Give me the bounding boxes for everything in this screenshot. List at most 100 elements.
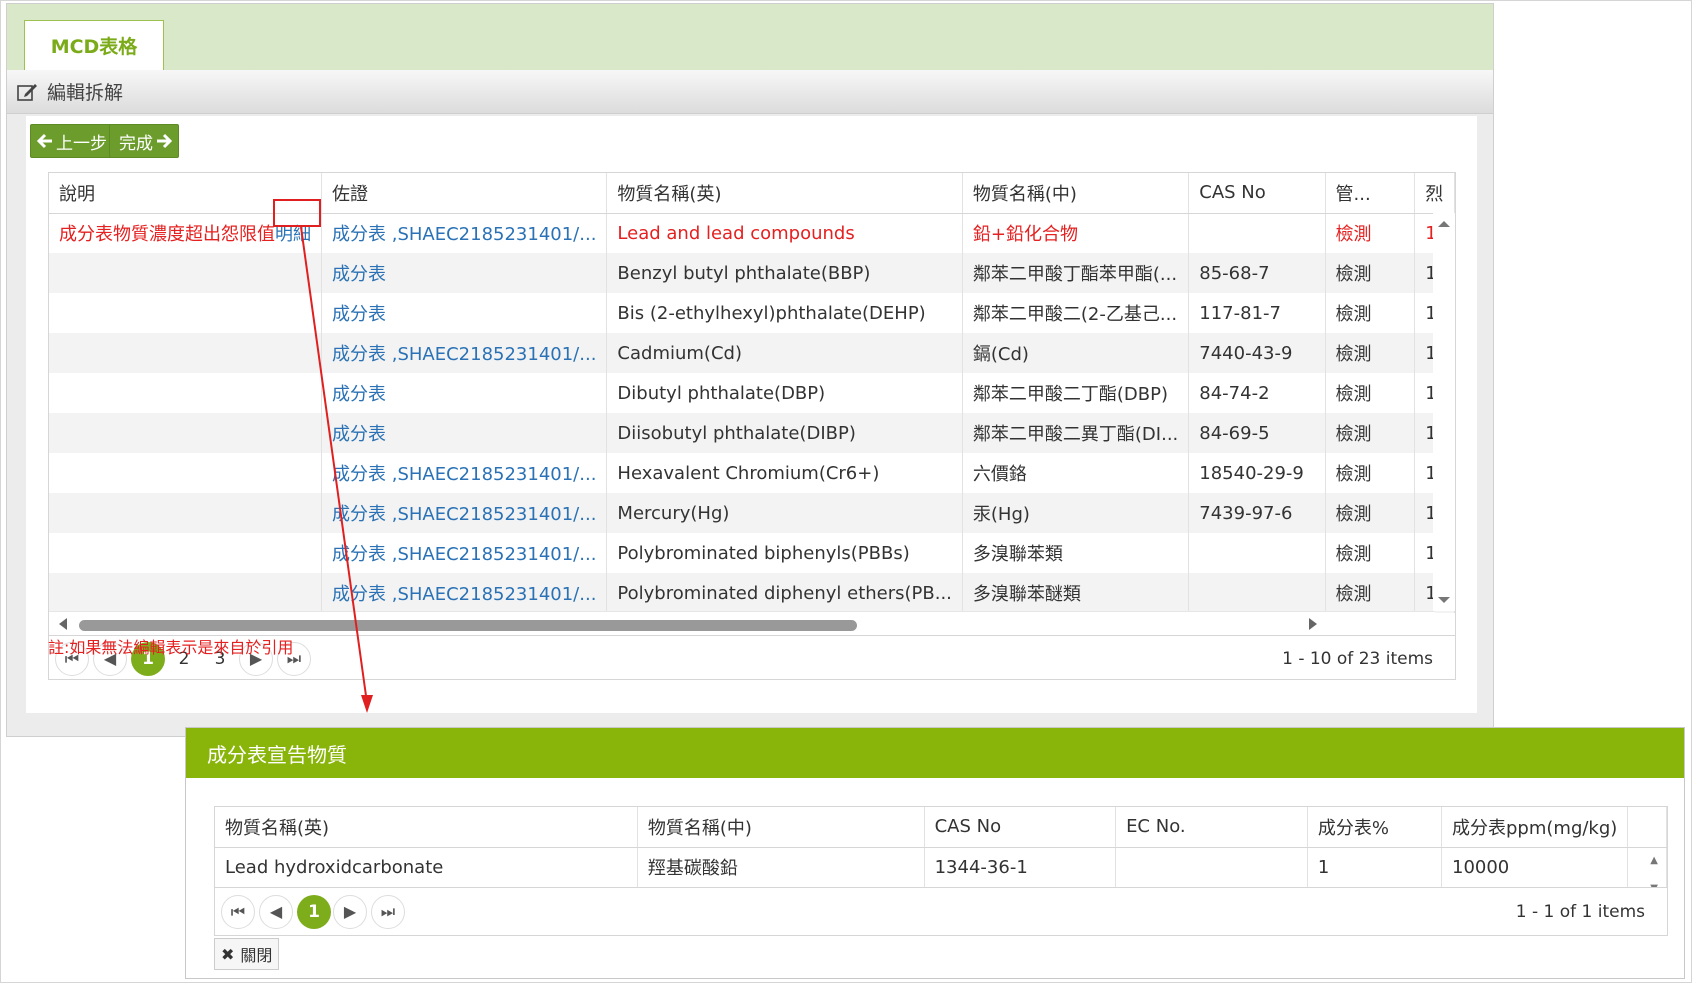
control-type: 檢測: [1325, 493, 1416, 533]
vertical-scrollbar[interactable]: [1433, 213, 1455, 611]
edit-icon: [17, 83, 37, 101]
desc-cell: [49, 333, 322, 373]
substance-name-zh: 多溴聯苯類: [962, 533, 1190, 573]
arrow-right-icon: [157, 133, 172, 149]
evidence-link[interactable]: 成分表 ,SHAEC2185231401/...: [321, 213, 608, 253]
close-label: 關閉: [240, 946, 273, 965]
column-header[interactable]: 物質名稱(中): [962, 173, 1190, 214]
control-type: 檢測: [1325, 533, 1416, 573]
column-header-label: 烈: [1425, 183, 1444, 205]
table-row[interactable]: 成分表 ,SHAEC2185231401/... Cadmium(Cd) 鎘(Cd)…: [49, 333, 1455, 373]
substance-name-zh: 鎘(Cd): [962, 333, 1190, 373]
desc-cell: [49, 293, 322, 333]
popup-prev-page-button[interactable]: ◀: [259, 894, 293, 929]
popup-column-header-label: 物質名稱(中): [647, 817, 752, 839]
content-area: 上一步 完成 說明 佐證 物質名稱(英) 物質名稱(中) CAS No 管... 烈 成分表…: [26, 116, 1477, 713]
cas-no: 1344-36-1: [924, 847, 1117, 887]
evidence-link[interactable]: 成分表: [321, 373, 608, 413]
detail-link[interactable]: 明細: [275, 224, 311, 245]
control-type: 檢測: [1325, 413, 1416, 453]
popup-next-page-button[interactable]: ▶: [333, 894, 367, 929]
evidence-link[interactable]: 成分表: [321, 413, 608, 453]
evidence-link[interactable]: 成分表 ,SHAEC2185231401/...: [321, 333, 608, 373]
table-row[interactable]: 成分表 Benzyl butyl phthalate(BBP) 鄰苯二甲酸丁酯苯甲酯…: [49, 253, 1455, 293]
filter-icon[interactable]: [1283, 818, 1301, 836]
column-header[interactable]: 烈: [1414, 173, 1455, 214]
popup-first-page-button[interactable]: ⏮: [221, 894, 255, 929]
column-header[interactable]: 佐證: [321, 173, 608, 214]
popup-column-header[interactable]: EC No.: [1115, 807, 1308, 848]
evidence-link[interactable]: 成分表 ,SHAEC2185231401/...: [321, 453, 608, 493]
highlight-box: [273, 199, 321, 227]
evidence-link[interactable]: 成分表 ,SHAEC2185231401/...: [321, 533, 608, 573]
cas-no: 7439-97-6: [1188, 493, 1326, 533]
cas-no: 117-81-7: [1188, 293, 1326, 333]
table-row[interactable]: 成分表 ,SHAEC2185231401/... Polybrominated b…: [49, 533, 1455, 573]
prev-step-label: 上一步: [56, 133, 107, 154]
control-type: 檢測: [1325, 453, 1416, 493]
column-header[interactable]: 管...: [1325, 173, 1416, 214]
desc-cell: [49, 413, 322, 453]
popup-last-page-button[interactable]: ⏭: [371, 894, 405, 929]
page-number[interactable]: 1: [297, 894, 331, 929]
horizontal-scrollbar[interactable]: [49, 611, 1435, 635]
popup-column-header-label: 成分表%: [1317, 817, 1389, 839]
substance-name-zh: 六價鉻: [962, 453, 1190, 493]
popup-column-header-label: CAS No: [934, 816, 1002, 838]
filter-icon[interactable]: [1091, 818, 1109, 836]
popup-column-header[interactable]: 物質名稱(中): [637, 807, 925, 848]
desc-cell: [49, 573, 322, 613]
evidence-link[interactable]: 成分表 ,SHAEC2185231401/...: [321, 493, 608, 533]
table-row[interactable]: 成分表 Diisobutyl phthalate(DIBP) 鄰苯二甲酸二異丁酯(D…: [49, 413, 1455, 453]
popup-column-header[interactable]: CAS No: [924, 807, 1117, 848]
ppm-value: 10000: [1441, 847, 1629, 887]
substance-name-en: Bis (2-ethylhexyl)phthalate(DEHP): [606, 293, 963, 333]
close-button[interactable]: ✖ 關閉: [214, 938, 280, 970]
column-header-label: CAS No: [1199, 182, 1266, 204]
substance-name-zh: 汞(Hg): [962, 493, 1190, 533]
filter-icon[interactable]: [613, 818, 631, 836]
evidence-link[interactable]: 成分表: [321, 293, 608, 333]
done-button[interactable]: 完成: [109, 124, 179, 158]
popup-page-numbers: 1: [297, 894, 333, 929]
filter-icon[interactable]: [938, 184, 956, 202]
row-scroll-cell[interactable]: ▲▼: [1627, 847, 1667, 888]
tab-strip: MCD表格: [7, 4, 1493, 70]
edit-bar-title: 編輯拆解: [47, 82, 124, 104]
column-header-label: 物質名稱(中): [972, 183, 1077, 205]
column-header[interactable]: CAS No: [1188, 173, 1326, 214]
filter-icon[interactable]: [1301, 184, 1319, 202]
substance-name-zh: 多溴聯苯醚類: [962, 573, 1190, 613]
evidence-link[interactable]: 成分表: [321, 253, 608, 293]
evidence-link[interactable]: 成分表 ,SHAEC2185231401/...: [321, 573, 608, 613]
popup-column-header[interactable]: 物質名稱(英): [215, 807, 638, 848]
control-type: 檢測: [1325, 213, 1416, 253]
table-row[interactable]: 成分表 ,SHAEC2185231401/... Mercury(Hg) 汞(Hg)…: [49, 493, 1455, 533]
pager-info: 1 - 10 of 23 items: [1282, 648, 1433, 669]
cas-no: [1188, 533, 1326, 573]
table-row[interactable]: 成分表 Dibutyl phthalate(DBP) 鄰苯二甲酸二丁酯(DBP) 84…: [49, 373, 1455, 413]
spinner-arrows-icon[interactable]: ▲▼: [1650, 854, 1658, 888]
substance-name-en: Polybrominated diphenyl ethers(PB...: [606, 573, 963, 613]
hscroll-thumb[interactable]: [79, 620, 857, 631]
mcd-table: 說明 佐證 物質名稱(英) 物質名稱(中) CAS No 管... 烈 成分表物質濃度超出怨…: [49, 173, 1455, 613]
table-row[interactable]: 成分表物質濃度超出怨限值明細 成分表 ,SHAEC2185231401/... Le…: [49, 213, 1455, 253]
prev-step-button[interactable]: 上一步: [30, 124, 117, 158]
popup-column-header[interactable]: 成分表ppm(mg/kg): [1441, 807, 1629, 848]
tab-mcd-table[interactable]: MCD表格: [24, 20, 164, 70]
popup-column-header[interactable]: 成分表%: [1307, 807, 1443, 848]
popup-table-row[interactable]: Lead hydroxidcarbonate 羥基碳酸鉛 1344-36-1 1 100…: [215, 847, 1667, 887]
substance-name-zh: 鄰苯二甲酸二丁酯(DBP): [962, 373, 1190, 413]
substance-name-en: Cadmium(Cd): [606, 333, 963, 373]
table-row[interactable]: 成分表 ,SHAEC2185231401/... Polybrominated d…: [49, 573, 1455, 613]
control-type: 檢測: [1325, 253, 1416, 293]
cas-no: 84-69-5: [1188, 413, 1326, 453]
filter-icon[interactable]: [1164, 184, 1182, 202]
filter-icon[interactable]: [1390, 184, 1408, 202]
table-row[interactable]: 成分表 ,SHAEC2185231401/... Hexavalent Chrom…: [49, 453, 1455, 493]
table-row[interactable]: 成分表 Bis (2-ethylhexyl)phthalate(DEHP) 鄰苯二甲…: [49, 293, 1455, 333]
popup-header-spacer: [1627, 807, 1667, 848]
substance-name-zh: 鄰苯二甲酸二(2-乙基己...: [962, 293, 1190, 333]
filter-icon[interactable]: [900, 818, 918, 836]
column-header[interactable]: 物質名稱(英): [606, 173, 963, 214]
